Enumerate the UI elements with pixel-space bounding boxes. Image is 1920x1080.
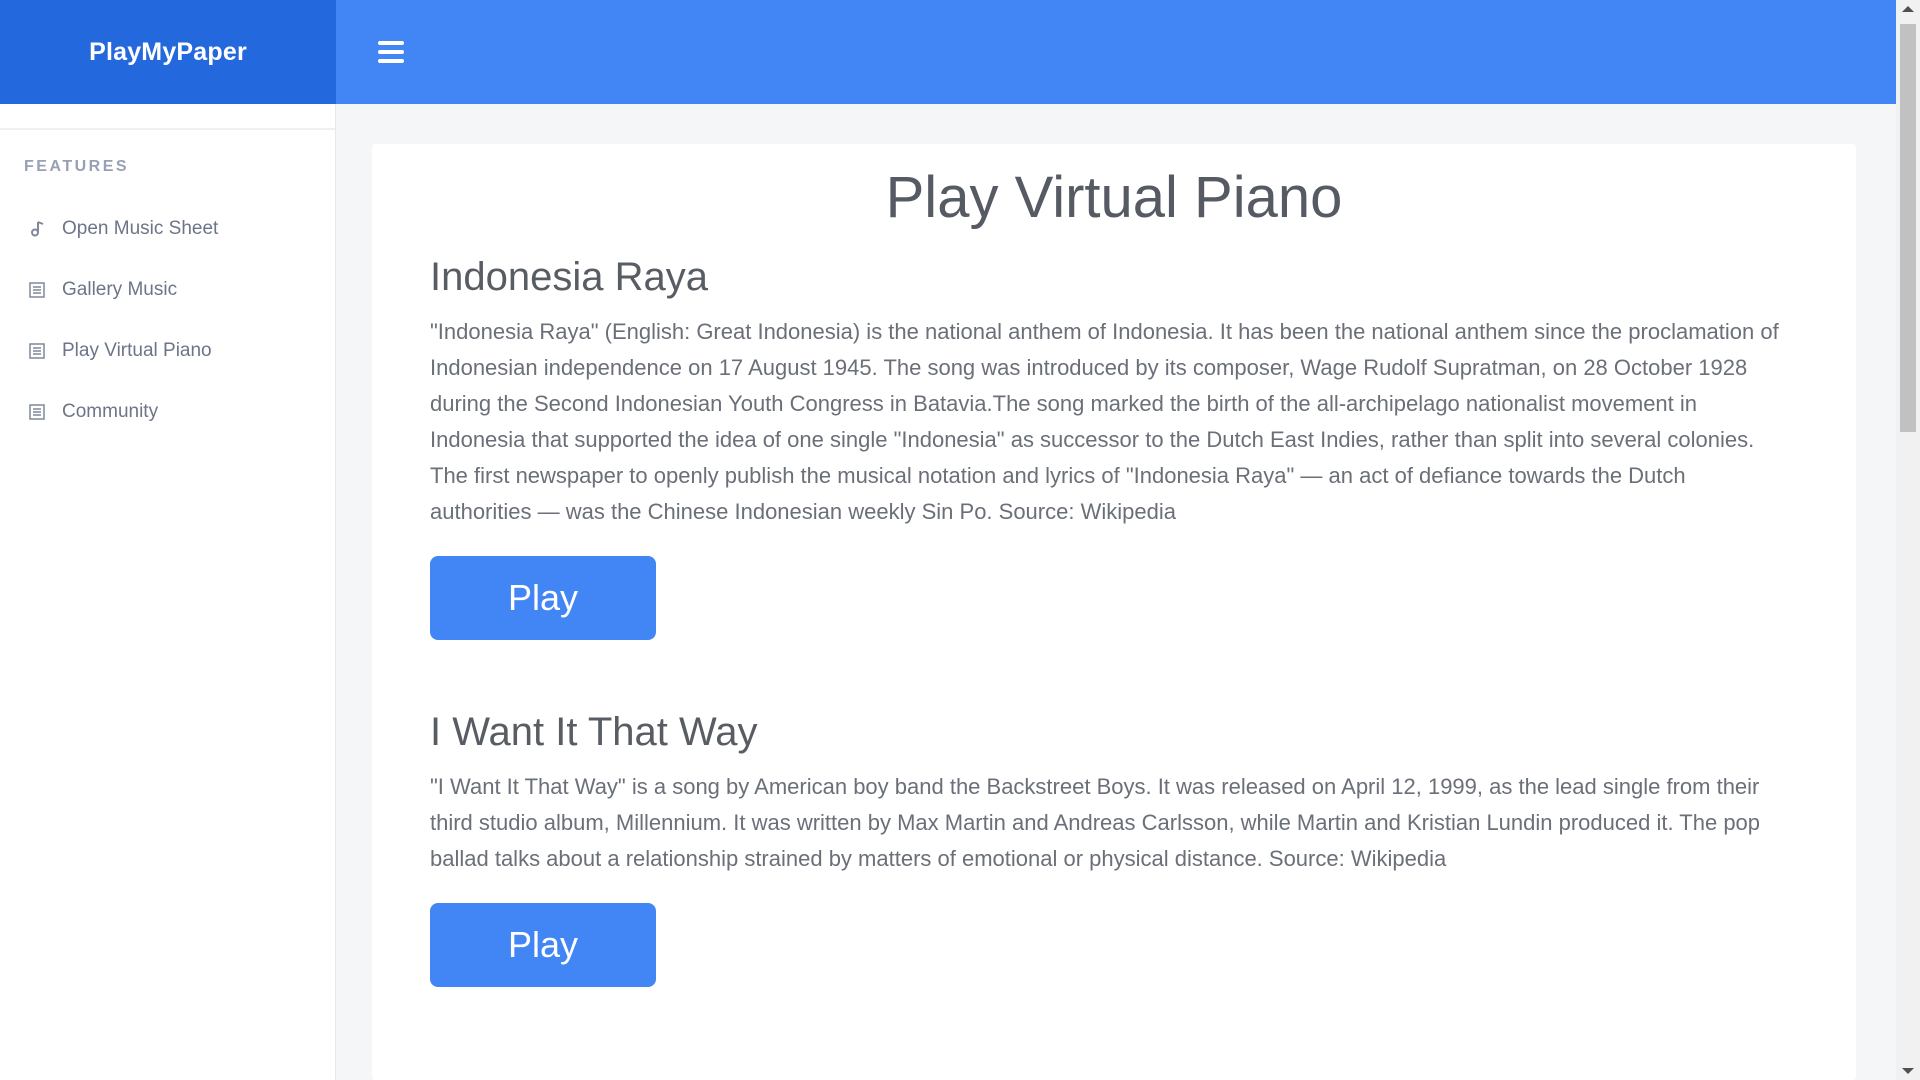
sidebar-divider	[0, 104, 335, 130]
app-root: PlayMyPaper FEATURES Open Music Sheet Ga…	[0, 0, 1920, 1080]
page-title: Play Virtual Piano	[885, 165, 1343, 230]
content-card: Play Virtual Piano Indonesia Raya "Indon…	[372, 144, 1856, 1080]
sidebar-item-label: Open Music Sheet	[62, 217, 219, 239]
sidebar-nav: Open Music Sheet Gallery Music Play Virt…	[0, 198, 335, 442]
music-note-icon	[27, 219, 47, 239]
scrollbar-thumb[interactable]	[1900, 24, 1916, 432]
scroll-up-icon[interactable]	[1902, 6, 1914, 12]
sidebar-item-community[interactable]: Community	[0, 381, 335, 442]
list-icon	[27, 280, 47, 300]
brand-name[interactable]: PlayMyPaper	[89, 38, 247, 67]
list-icon	[27, 341, 47, 361]
song-description: "Indonesia Raya" (English: Great Indones…	[430, 319, 1779, 524]
song-entry: I Want It That Way "I Want It That Way" …	[430, 710, 1792, 987]
song-description: "I Want It That Way" is a song by Americ…	[430, 774, 1761, 871]
list-icon	[27, 402, 47, 422]
sidebar-item-label: Community	[62, 400, 159, 422]
sidebar-item-label: Gallery Music	[62, 278, 178, 300]
song-entry: Indonesia Raya "Indonesia Raya" (English…	[430, 255, 1792, 640]
sidebar: FEATURES Open Music Sheet Gallery Music …	[0, 104, 336, 1080]
play-button[interactable]: Play	[430, 903, 656, 987]
scroll-down-icon[interactable]	[1902, 1068, 1914, 1074]
hamburger-icon[interactable]	[378, 41, 404, 63]
page-scrollbar[interactable]	[1896, 0, 1920, 1080]
brand-logo[interactable]: PlayMyPaper	[0, 0, 336, 104]
sidebar-section-title: FEATURES	[24, 158, 130, 175]
top-navbar	[336, 0, 1896, 104]
song-title: Indonesia Raya	[430, 255, 708, 299]
sidebar-item-label: Play Virtual Piano	[62, 339, 212, 361]
main-content: Play Virtual Piano Indonesia Raya "Indon…	[336, 104, 1896, 1080]
sidebar-item-play-virtual-piano[interactable]: Play Virtual Piano	[0, 320, 335, 381]
sidebar-item-gallery-music[interactable]: Gallery Music	[0, 259, 335, 320]
play-button[interactable]: Play	[430, 556, 656, 640]
song-title: I Want It That Way	[430, 710, 758, 754]
sidebar-item-open-music-sheet[interactable]: Open Music Sheet	[0, 198, 335, 259]
